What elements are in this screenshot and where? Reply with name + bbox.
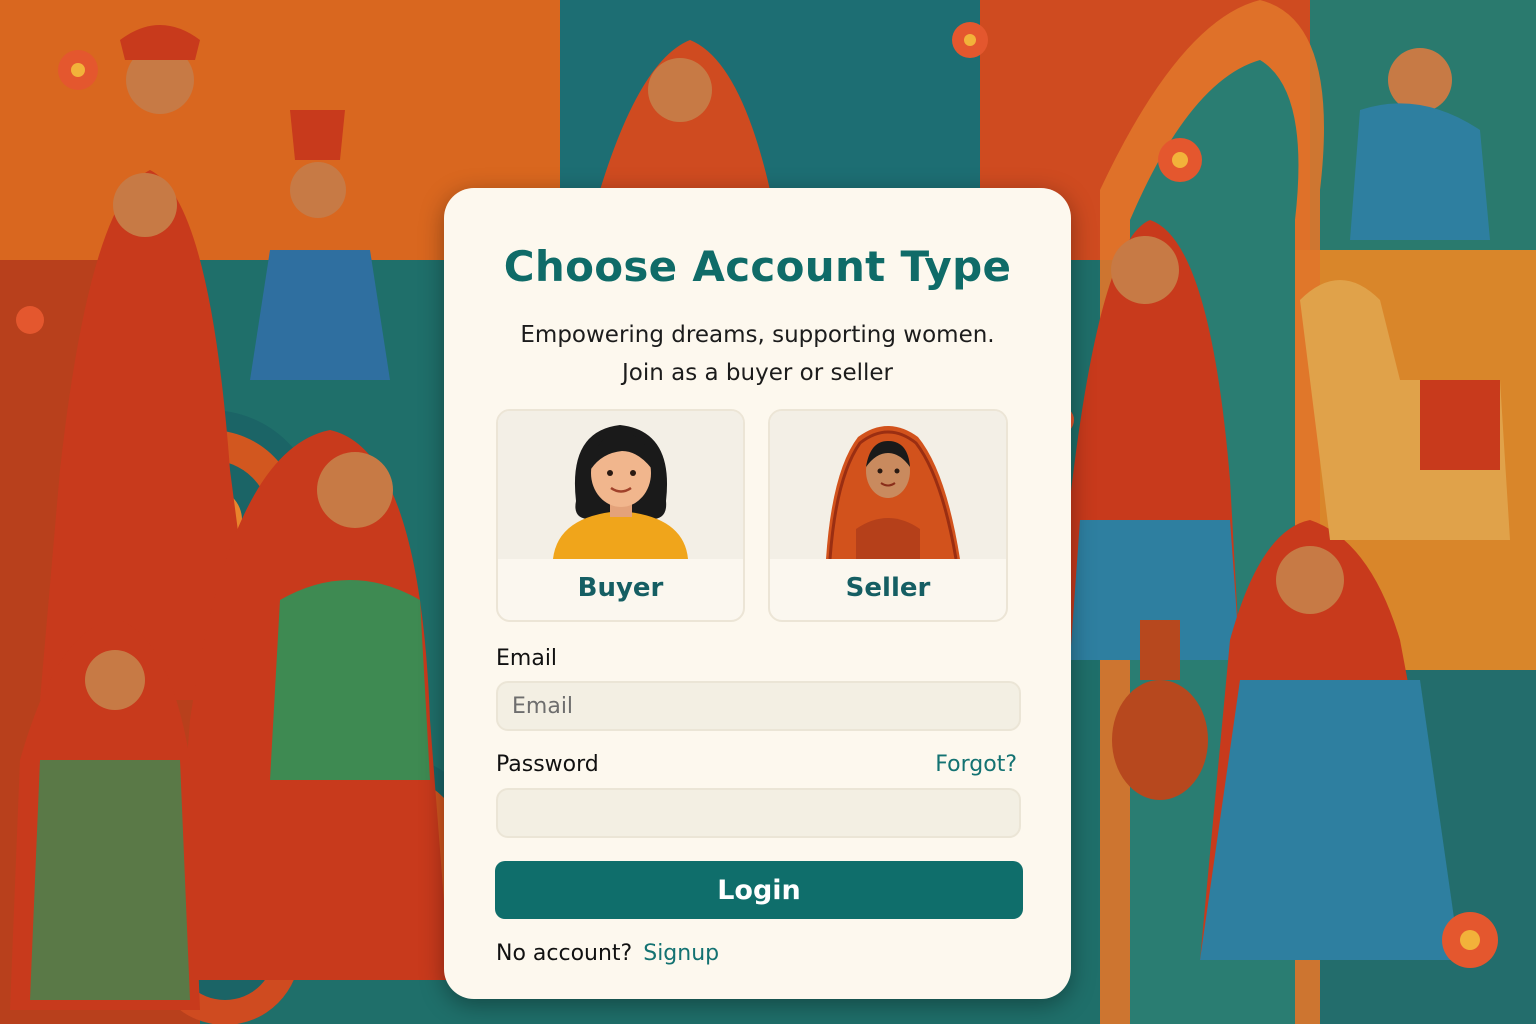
subtitle: Empowering dreams, supporting women. Joi… xyxy=(444,316,1071,392)
woman-avatar-icon xyxy=(498,411,743,559)
account-type-card: Choose Account Type Empowering dreams, s… xyxy=(444,188,1071,999)
seller-option-card[interactable]: Seller xyxy=(768,409,1008,622)
seller-label: Seller xyxy=(845,573,931,603)
buyer-option-card[interactable]: Buyer xyxy=(496,409,745,622)
email-label: Email xyxy=(496,646,558,671)
email-input[interactable] xyxy=(496,681,1021,731)
subtitle-line-2: Join as a buyer or seller xyxy=(622,360,893,386)
subtitle-line-1: Empowering dreams, supporting women. xyxy=(520,322,995,348)
forgot-password-link[interactable]: Forgot? xyxy=(935,752,1017,777)
page-title: Choose Account Type xyxy=(503,242,1012,291)
password-input[interactable] xyxy=(496,788,1021,838)
woman-in-saree-avatar-icon xyxy=(770,411,1006,559)
no-account-text: No account? xyxy=(496,941,633,966)
signup-prompt: No account? Signup xyxy=(496,941,719,966)
password-label: Password xyxy=(496,752,599,777)
login-button[interactable]: Login xyxy=(495,861,1023,919)
buyer-label: Buyer xyxy=(577,573,664,603)
login-screen: Choose Account Type Empowering dreams, s… xyxy=(0,0,1536,1024)
signup-link[interactable]: Signup xyxy=(643,941,719,966)
